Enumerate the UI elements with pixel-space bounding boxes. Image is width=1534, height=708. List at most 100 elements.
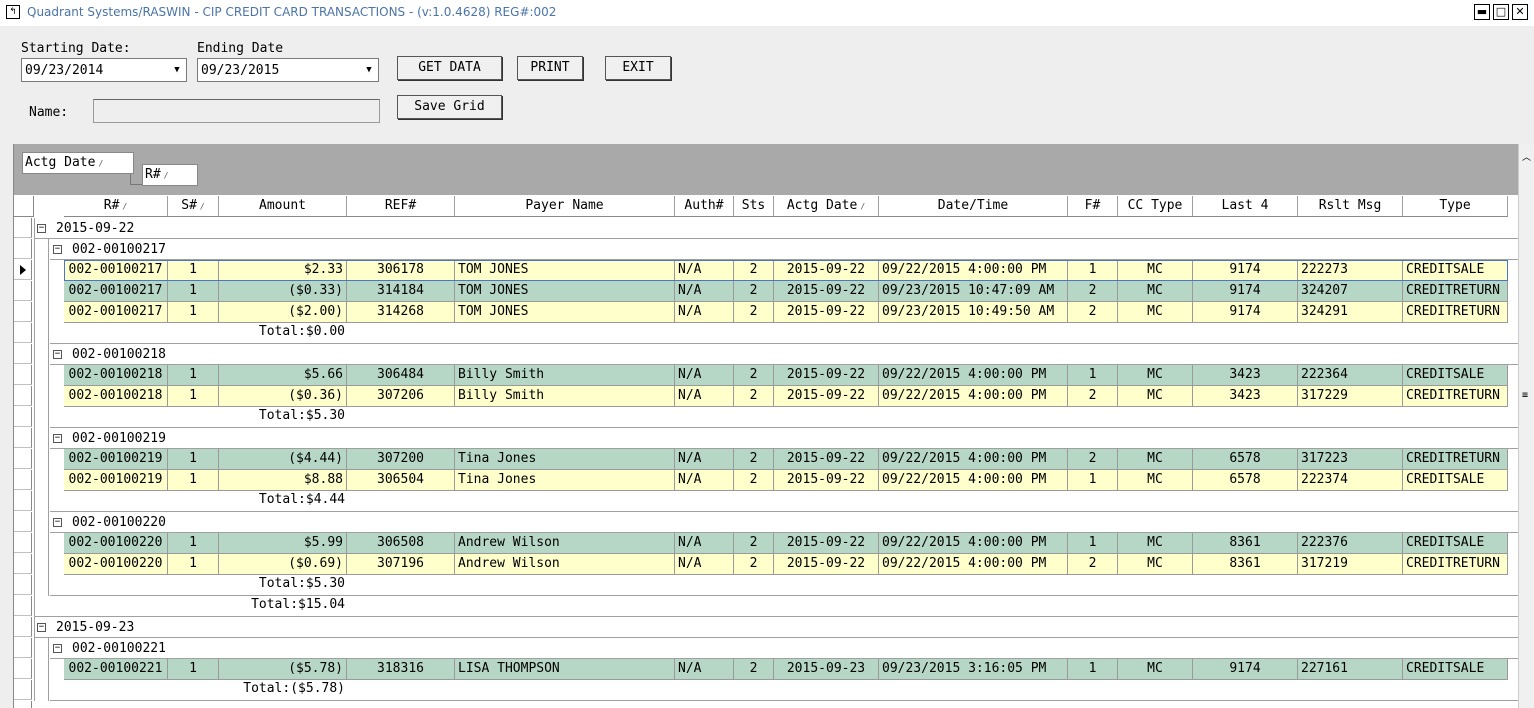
row-indicator[interactable] (14, 449, 32, 469)
row-indicator[interactable] (14, 323, 32, 343)
cell-sts[interactable]: 2 (734, 659, 774, 680)
cell-date-time[interactable]: 09/22/2015 4:00:00 PM (879, 533, 1068, 554)
cell-payer-name[interactable]: Billy Smith (455, 365, 675, 386)
row-indicator[interactable] (14, 365, 32, 385)
cell-s[interactable]: 1 (168, 470, 219, 491)
vertical-scrollbar[interactable]: ︿ ≡ (1518, 144, 1534, 708)
row-indicator[interactable] (14, 512, 32, 532)
cell-ref[interactable]: 306178 (347, 260, 455, 281)
name-input[interactable] (93, 99, 380, 123)
row-indicator[interactable] (14, 533, 32, 553)
cell-rslt-msg[interactable]: 324207 (1298, 281, 1403, 302)
cell-f[interactable]: 2 (1068, 554, 1118, 575)
cell-date-time[interactable]: 09/22/2015 4:00:00 PM (879, 386, 1068, 407)
group-chip-actg-date[interactable]: Actg Date / (22, 152, 134, 174)
cell-amount[interactable]: ($0.33) (219, 281, 347, 302)
cell-cc-type[interactable]: MC (1118, 302, 1193, 323)
cell-f[interactable]: 1 (1068, 470, 1118, 491)
cell-sts[interactable]: 2 (734, 260, 774, 281)
column-header-cc-type[interactable]: CC Type (1118, 196, 1193, 217)
cell-r[interactable]: 002-00100221 (64, 659, 168, 680)
cell-r[interactable]: 002-00100218 (64, 386, 168, 407)
print-button[interactable]: PRINT (517, 56, 583, 80)
column-header-f[interactable]: F# (1068, 196, 1118, 217)
cell-auth[interactable]: N/A (675, 470, 734, 491)
row-indicator[interactable] (14, 428, 32, 448)
row-indicator[interactable] (14, 407, 32, 427)
cell-actg-date[interactable]: 2015-09-22 (774, 281, 879, 302)
row-indicator[interactable] (14, 680, 32, 700)
cell-r[interactable]: 002-00100217 (64, 260, 168, 281)
cell-ref[interactable]: 306508 (347, 533, 455, 554)
row-indicator[interactable] (14, 491, 32, 511)
cell-last-4[interactable]: 8361 (1193, 554, 1298, 575)
cell-actg-date[interactable]: 2015-09-22 (774, 386, 879, 407)
cell-ref[interactable]: 307206 (347, 386, 455, 407)
cell-amount[interactable]: $8.88 (219, 470, 347, 491)
column-header-sts[interactable]: Sts (734, 196, 774, 217)
scroll-grip-icon[interactable]: ≡ (1522, 390, 1528, 401)
cell-s[interactable]: 1 (168, 449, 219, 470)
cell-r[interactable]: 002-00100220 (64, 533, 168, 554)
row-indicator[interactable] (14, 596, 32, 616)
cell-f[interactable]: 1 (1068, 260, 1118, 281)
cell-payer-name[interactable]: Andrew Wilson (455, 533, 675, 554)
cell-date-time[interactable]: 09/23/2015 10:47:09 AM (879, 281, 1068, 302)
row-indicator[interactable] (14, 239, 32, 259)
row-indicator[interactable] (14, 344, 32, 364)
cell-ref[interactable]: 314184 (347, 281, 455, 302)
row-indicator[interactable] (14, 386, 32, 406)
cell-payer-name[interactable]: Tina Jones (455, 470, 675, 491)
cell-sts[interactable]: 2 (734, 302, 774, 323)
cell-r[interactable]: 002-00100219 (64, 449, 168, 470)
cell-payer-name[interactable]: TOM JONES (455, 260, 675, 281)
collapse-icon[interactable]: − (53, 434, 62, 443)
cell-actg-date[interactable]: 2015-09-22 (774, 470, 879, 491)
cell-amount[interactable]: ($4.44) (219, 449, 347, 470)
cell-r[interactable]: 002-00100220 (64, 554, 168, 575)
cell-rslt-msg[interactable]: 317219 (1298, 554, 1403, 575)
cell-f[interactable]: 1 (1068, 659, 1118, 680)
cell-type[interactable]: CREDITRETURN (1403, 449, 1508, 470)
cell-type[interactable]: CREDITSALE (1403, 533, 1508, 554)
cell-date-time[interactable]: 09/22/2015 4:00:00 PM (879, 470, 1068, 491)
get-data-button[interactable]: GET DATA (397, 56, 502, 80)
column-header-amount[interactable]: Amount (219, 196, 347, 217)
cell-last-4[interactable]: 3423 (1193, 365, 1298, 386)
cell-ref[interactable]: 314268 (347, 302, 455, 323)
cell-auth[interactable]: N/A (675, 386, 734, 407)
cell-actg-date[interactable]: 2015-09-22 (774, 533, 879, 554)
column-header-last-4[interactable]: Last 4 (1193, 196, 1298, 217)
save-grid-button[interactable]: Save Grid (397, 95, 502, 119)
cell-date-time[interactable]: 09/23/2015 10:49:50 AM (879, 302, 1068, 323)
row-indicator[interactable] (14, 617, 32, 637)
ending-date-picker[interactable]: 09/23/2015 ▼ (197, 58, 379, 82)
cell-sts[interactable]: 2 (734, 533, 774, 554)
cell-ref[interactable]: 318316 (347, 659, 455, 680)
cell-auth[interactable]: N/A (675, 260, 734, 281)
cell-type[interactable]: CREDITSALE (1403, 365, 1508, 386)
cell-sts[interactable]: 2 (734, 386, 774, 407)
cell-date-time[interactable]: 09/23/2015 3:16:05 PM (879, 659, 1068, 680)
cell-type[interactable]: CREDITRETURN (1403, 386, 1508, 407)
maximize-button[interactable]: □ (1493, 4, 1509, 20)
cell-cc-type[interactable]: MC (1118, 365, 1193, 386)
starting-date-picker[interactable]: 09/23/2014 ▼ (21, 58, 187, 82)
cell-payer-name[interactable]: Andrew Wilson (455, 554, 675, 575)
cell-auth[interactable]: N/A (675, 554, 734, 575)
cell-amount[interactable]: ($5.78) (219, 659, 347, 680)
cell-auth[interactable]: N/A (675, 659, 734, 680)
minimize-button[interactable]: ▬ (1474, 4, 1490, 20)
cell-date-time[interactable]: 09/22/2015 4:00:00 PM (879, 260, 1068, 281)
row-indicator[interactable] (14, 638, 32, 658)
collapse-icon[interactable]: − (37, 224, 46, 233)
cell-type[interactable]: CREDITSALE (1403, 659, 1508, 680)
cell-r[interactable]: 002-00100219 (64, 470, 168, 491)
cell-auth[interactable]: N/A (675, 365, 734, 386)
group-chip-r[interactable]: R# / (142, 164, 198, 186)
cell-r[interactable]: 002-00100217 (64, 302, 168, 323)
cell-type[interactable]: CREDITRETURN (1403, 281, 1508, 302)
cell-actg-date[interactable]: 2015-09-23 (774, 659, 879, 680)
collapse-icon[interactable]: − (53, 644, 62, 653)
cell-s[interactable]: 1 (168, 533, 219, 554)
